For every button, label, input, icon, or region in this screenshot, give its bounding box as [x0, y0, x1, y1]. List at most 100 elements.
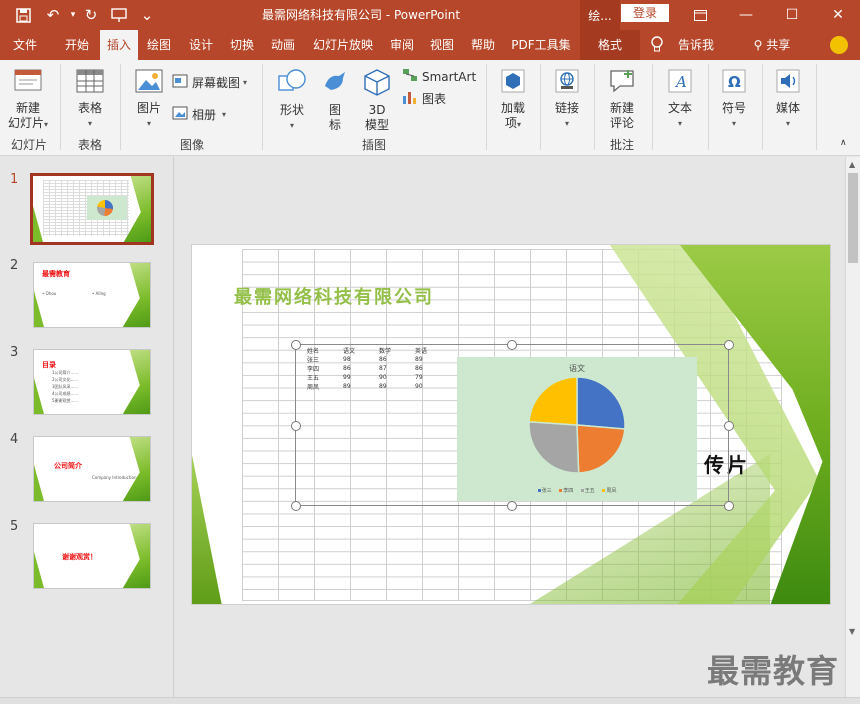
resize-handle-bottom-left[interactable]	[291, 501, 301, 511]
thumb-green-wedge	[122, 437, 150, 501]
smartart-button[interactable]: SmartArt	[402, 68, 476, 85]
icons-label-2: 标	[328, 118, 341, 132]
maximize-icon[interactable]: ☐	[770, 0, 814, 30]
tab-transitions[interactable]: 切换	[224, 30, 260, 60]
present-icon[interactable]	[108, 4, 130, 26]
context-tab-label[interactable]: 绘...	[580, 0, 620, 30]
addins-label-2: 项	[504, 116, 517, 130]
picture-button[interactable]: 图片 ▾	[130, 68, 168, 131]
link-button[interactable]: 链接 ▾	[548, 68, 586, 131]
ribbon-tabs: 文件 开始 插入 绘图 设计 切换 动画 幻灯片放映 审阅 视图 帮助 PDF工…	[0, 30, 860, 60]
thumb-green-left	[34, 291, 44, 327]
resize-handle-bottom-right[interactable]	[724, 501, 734, 511]
resize-handle-bottom[interactable]	[507, 501, 517, 511]
table-dropdown-icon: ▾	[87, 119, 92, 128]
resize-handle-top-right[interactable]	[724, 340, 734, 350]
customize-icon[interactable]: ⌄	[136, 4, 158, 26]
share-person-icon: ⚲	[753, 38, 763, 52]
new-slide-icon	[6, 68, 50, 98]
tab-animations[interactable]: 动画	[265, 30, 301, 60]
resize-handle-top-left[interactable]	[291, 340, 301, 350]
tell-me-button[interactable]: 告诉我	[672, 30, 720, 60]
thumb-green-wedge	[122, 524, 150, 588]
new-slide-label-1: 新建	[15, 101, 40, 115]
resize-handle-left[interactable]	[291, 421, 301, 431]
scroll-down-icon[interactable]: ▼	[849, 627, 855, 636]
tab-review[interactable]: 审阅	[384, 30, 420, 60]
speaker-icon	[768, 68, 808, 98]
redo-icon[interactable]: ↻	[80, 4, 102, 26]
selection-box[interactable]	[295, 344, 729, 506]
album-icon	[172, 106, 188, 123]
new-slide-dropdown-icon: ▾	[44, 120, 49, 129]
text-dropdown-icon: ▾	[677, 119, 682, 128]
slide-thumbnail-3[interactable]: 目录 1公司简介…… 2公司文化…… 3团队风采…… 4公司成绩…… 5谢谢观赏…	[33, 349, 151, 415]
chart-button[interactable]: 图表	[402, 90, 446, 107]
tab-design[interactable]: 设计	[183, 30, 219, 60]
svg-text:Ω: Ω	[728, 73, 741, 91]
tab-help[interactable]: 帮助	[465, 30, 501, 60]
tab-view[interactable]: 视图	[424, 30, 460, 60]
slide-thumbnail-4[interactable]: 公司简介 Company Introduction	[33, 436, 151, 502]
screenshot-dropdown-icon: ▾	[243, 78, 248, 87]
icons-button[interactable]: 图 标	[318, 68, 352, 133]
media-dropdown-icon: ▾	[785, 119, 790, 128]
slide-thumbnails-pane: 1 2 最需教育 • Ohou • Allng 3 目录 1公司简介…… 2公司…	[0, 157, 174, 697]
album-button[interactable]: 相册 ▾	[172, 106, 226, 123]
window-title: 最需网络科技有限公司 - PowerPoint	[262, 8, 461, 22]
table-button[interactable]: 表格 ▾	[70, 68, 110, 131]
tab-format[interactable]: 格式	[580, 30, 640, 60]
symbol-button[interactable]: Ω 符号 ▾	[714, 68, 754, 131]
addins-button[interactable]: 加载 项▾	[494, 68, 532, 132]
undo-icon[interactable]: ↶	[42, 4, 64, 26]
vertical-scrollbar[interactable]: ▲ ▼	[845, 157, 860, 697]
resize-handle-top[interactable]	[507, 340, 517, 350]
status-bar	[0, 697, 860, 704]
company-title[interactable]: 最需网络科技有限公司	[234, 283, 434, 309]
collapse-ribbon-icon[interactable]: ∧	[840, 138, 847, 148]
text-label: 文本	[667, 101, 692, 115]
screenshot-button[interactable]: 屏幕截图 ▾	[172, 74, 247, 91]
group-separator	[540, 64, 541, 150]
3d-models-label-1: 3D	[368, 103, 386, 117]
slide-thumbnail-2[interactable]: 最需教育 • Ohou • Allng	[33, 262, 151, 328]
ribbon-display-icon[interactable]	[678, 0, 722, 30]
new-comment-label-1: 新建	[609, 101, 634, 115]
tab-home[interactable]: 开始	[56, 30, 98, 60]
thumb-pie	[97, 200, 113, 216]
group-separator	[120, 64, 121, 150]
shapes-button[interactable]: 形状 ▾	[272, 68, 312, 133]
tab-pdf-tools[interactable]: PDF工具集	[505, 30, 577, 60]
tab-draw[interactable]: 绘图	[141, 30, 177, 60]
main-slide[interactable]: 最需网络科技有限公司 姓名 语文 数学 英语 张三 98 86 89 李四 86…	[191, 244, 831, 605]
new-slide-label-2: 幻灯片	[7, 116, 44, 130]
thumb-2-title: 最需教育	[42, 270, 70, 278]
tab-file[interactable]: 文件	[4, 30, 46, 60]
picture-dropdown-icon: ▾	[146, 119, 151, 128]
addins-icon	[494, 68, 532, 98]
thumb-3-line-2: 2公司文化……	[52, 377, 79, 382]
media-button[interactable]: 媒体 ▾	[768, 68, 808, 131]
table-label: 表格	[77, 101, 102, 115]
new-comment-button[interactable]: 新建 评论	[602, 68, 642, 131]
tab-insert[interactable]: 插入	[100, 30, 138, 60]
thumb-green-left	[33, 206, 43, 242]
lightbulb-icon[interactable]	[650, 36, 666, 54]
save-icon[interactable]	[12, 4, 34, 26]
scroll-up-icon[interactable]: ▲	[849, 160, 855, 169]
slide-thumbnail-1[interactable]	[30, 173, 154, 245]
close-icon[interactable]: ✕	[816, 0, 860, 30]
login-button[interactable]: 登录	[621, 4, 669, 22]
3d-models-button[interactable]: 3D 模型	[358, 68, 396, 133]
smiley-feedback-icon[interactable]	[830, 36, 848, 54]
minimize-icon[interactable]: —	[724, 0, 768, 30]
new-slide-button[interactable]: 新建 幻灯片▾	[6, 68, 50, 132]
thumb-green-left	[34, 378, 44, 414]
resize-handle-right[interactable]	[724, 421, 734, 431]
text-button[interactable]: A 文本 ▾	[660, 68, 700, 131]
scrollbar-thumb[interactable]	[848, 173, 858, 263]
group-separator	[594, 64, 595, 150]
slide-thumbnail-5[interactable]: 谢谢观赏！	[33, 523, 151, 589]
share-button[interactable]: ⚲ 共享	[748, 30, 796, 60]
tab-slideshow[interactable]: 幻灯片放映	[309, 30, 377, 60]
